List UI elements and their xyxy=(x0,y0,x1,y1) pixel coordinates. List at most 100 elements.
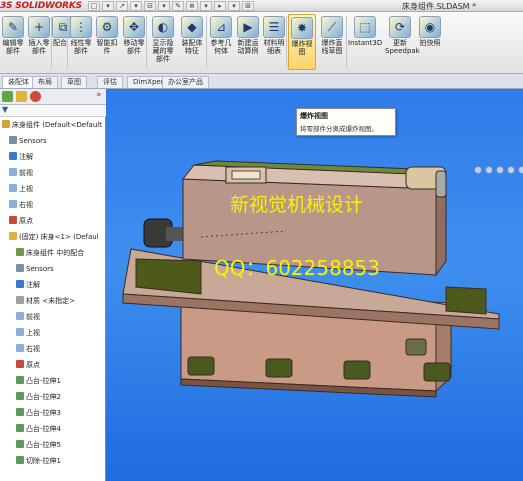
ribbon-separator xyxy=(51,16,52,68)
ribbon-separator xyxy=(146,16,147,68)
section-view-icon[interactable] xyxy=(507,166,515,174)
ribbon-button-label: 智能扣 件 xyxy=(96,39,118,55)
tree-node[interactable]: 床身组件 (Default<Default xyxy=(2,119,102,131)
zoom-to-fit-icon[interactable] xyxy=(474,166,482,174)
ribbon-button-show-hidden[interactable]: ◐ 显示隐 藏的零 部件 xyxy=(149,14,177,70)
tab-1[interactable]: 布局 xyxy=(32,76,58,88)
assembly-features-icon: ◆ xyxy=(181,16,203,38)
tab-2[interactable]: 草图 xyxy=(61,76,87,88)
ribbon-button-edit-component[interactable]: ✎ 编辑零 部件 xyxy=(1,14,25,70)
tree-node-label: 原点 xyxy=(26,361,40,369)
tree-node[interactable]: Sensors xyxy=(16,263,54,275)
quick-access-button[interactable]: ⊟ xyxy=(144,1,156,11)
ribbon-button-insert-component[interactable]: + 插入零 部件 xyxy=(27,14,51,70)
tree-node[interactable]: 前视 xyxy=(9,167,33,179)
ribbon-button-explode-line[interactable]: ⟋ 爆炸直 线草图 xyxy=(318,14,346,70)
material-icon xyxy=(16,296,24,304)
tree-node[interactable]: 右视 xyxy=(9,199,33,211)
ribbon-button-label: 线性零 部件 xyxy=(70,39,92,55)
quick-access-button[interactable]: ▾ xyxy=(200,1,212,11)
mates-icon xyxy=(16,248,24,256)
tree-node-label: 右视 xyxy=(19,201,33,209)
tree-node[interactable]: 注解 xyxy=(9,151,33,163)
ribbon-button-label: 新建运 动算例 xyxy=(237,39,259,55)
tree-node-label: 上视 xyxy=(19,185,33,193)
ribbon-button-exploded-view[interactable]: ✸ 爆炸视 图 xyxy=(288,14,316,70)
ribbon-separator xyxy=(346,16,347,68)
ribbon-button-instant3d[interactable]: ⬚ Instant3D xyxy=(348,14,382,70)
tree-node-label: 注解 xyxy=(26,281,40,289)
chevron-right-icon[interactable]: » xyxy=(96,90,102,100)
plane-icon xyxy=(16,328,24,336)
motion-study-icon: ▶ xyxy=(237,16,259,38)
tree-node[interactable]: 右视 xyxy=(16,343,40,355)
solidworks-logo: 3S SOLIDWORKS xyxy=(0,1,82,11)
tree-node[interactable]: (固定) 床身<1> (Defaul xyxy=(9,231,99,243)
ribbon-button-mate[interactable]: ⧉ 配合 xyxy=(52,14,74,70)
property-manager-tab-icon[interactable] xyxy=(16,91,27,102)
ribbon-button-label: 编辑零 部件 xyxy=(2,39,24,55)
ribbon-button-label: 更新 Speedpak xyxy=(385,39,420,55)
ribbon-button-move-component[interactable]: ✥ 移动零 部件 xyxy=(121,14,147,70)
command-manager-ribbon: ✎ 编辑零 部件 + 插入零 部件 ⧉ 配合 ⋮ 线性零 部件 ⚙ 智能扣 件 ✥ 移动零 部件 ◐ 显示… xyxy=(0,12,523,74)
ribbon-button-speedpak[interactable]: ⟳ 更新 Speedpak xyxy=(385,14,420,70)
ribbon-button-label: 拍快照 xyxy=(419,39,441,47)
tree-filter-bar[interactable]: ▼ xyxy=(0,105,106,117)
quick-access-button[interactable]: ⊕ xyxy=(186,1,198,11)
tree-node[interactable]: 凸台-拉伸3 xyxy=(16,407,61,419)
tree-node[interactable]: 原点 xyxy=(9,215,33,227)
tree-node[interactable]: 上视 xyxy=(16,327,40,339)
ribbon-button-snapshot[interactable]: ◉ 拍快照 xyxy=(418,14,442,70)
quick-access-button[interactable]: ▾ xyxy=(130,1,142,11)
quick-access-button[interactable]: ▾ xyxy=(228,1,240,11)
tree-node[interactable]: 床身组件 中的配合 xyxy=(16,247,84,259)
ribbon-button-bom[interactable]: ☰ 材料明 细表 xyxy=(262,14,286,70)
tree-node[interactable]: 切除-拉伸1 xyxy=(16,455,61,467)
tree-node[interactable]: Sensors xyxy=(9,135,47,147)
filter-icon[interactable]: ▼ xyxy=(2,105,8,114)
command-manager-tabs: 装配体 布局 草图 评估 DimXpert 办公室产品 xyxy=(0,74,523,89)
tree-node-label: 凸台-拉伸4 xyxy=(26,425,61,433)
quick-access-button[interactable]: ✎ xyxy=(172,1,184,11)
origin-icon xyxy=(9,216,17,224)
quick-access-button[interactable]: ↗ xyxy=(116,1,128,11)
ribbon-button-assembly-features[interactable]: ◆ 装配体 特征 xyxy=(178,14,206,70)
tree-node[interactable]: 材质 <未指定> xyxy=(16,295,75,307)
tree-node[interactable]: 凸台-拉伸4 xyxy=(16,423,61,435)
graphics-viewport[interactable] xyxy=(106,89,523,481)
ribbon-button-reference-geometry[interactable]: ⊿ 参考几 何体 xyxy=(208,14,234,70)
configuration-manager-tab-icon[interactable] xyxy=(30,91,41,102)
ribbon-button-label: 参考几 何体 xyxy=(210,39,232,55)
ribbon-button-label: 显示隐 藏的零 部件 xyxy=(152,39,174,63)
tree-node[interactable]: 注解 xyxy=(16,279,40,291)
tree-node[interactable]: 原点 xyxy=(16,359,40,371)
quick-access-button[interactable]: ▾ xyxy=(158,1,170,11)
feature-manager-tab-icon[interactable] xyxy=(2,91,13,102)
solidworks-window: 3S SOLIDWORKS □ ▾ ↗ ▾ ⊟ ▾ ✎ ⊕ ▾ ▸ ▾ ⊞ 床身组件.SLDASM *… xyxy=(0,0,523,481)
tree-node[interactable]: 上视 xyxy=(9,183,33,195)
previous-view-icon[interactable] xyxy=(496,166,504,174)
tree-node[interactable]: 前视 xyxy=(16,311,40,323)
view-orientation-icon[interactable] xyxy=(518,166,523,174)
tree-node-label: 上视 xyxy=(26,329,40,337)
tooltip-exploded-view: 爆炸视图 将零部件分离成爆炸视图。 xyxy=(296,108,396,136)
ribbon-button-motion-study[interactable]: ▶ 新建运 动算例 xyxy=(236,14,260,70)
bom-icon: ☰ xyxy=(263,16,285,38)
part-icon xyxy=(9,232,17,240)
ribbon-button-smart-fasteners[interactable]: ⚙ 智能扣 件 xyxy=(95,14,119,70)
tree-node[interactable]: 凸台-拉伸5 xyxy=(16,439,61,451)
tree-node[interactable]: 凸台-拉伸2 xyxy=(16,391,61,403)
tab-0[interactable]: 装配体 xyxy=(2,76,35,88)
ribbon-button-linear-pattern[interactable]: ⋮ 线性零 部件 xyxy=(69,14,93,70)
tab-5[interactable]: 办公室产品 xyxy=(162,76,209,88)
tree-node[interactable]: 凸台-拉伸1 xyxy=(16,375,61,387)
quick-access-button[interactable]: □ xyxy=(88,1,100,11)
tree-node-label: (固定) 床身<1> (Defaul xyxy=(19,233,99,241)
quick-access-button[interactable]: ▾ xyxy=(102,1,114,11)
quick-access-button[interactable]: ▸ xyxy=(214,1,226,11)
zoom-area-icon[interactable] xyxy=(485,166,493,174)
snapshot-icon: ◉ xyxy=(419,16,441,38)
ribbon-button-label: 爆炸视 图 xyxy=(291,40,313,56)
quick-access-button[interactable]: ⊞ xyxy=(242,1,254,11)
tab-3[interactable]: 评估 xyxy=(97,76,123,88)
